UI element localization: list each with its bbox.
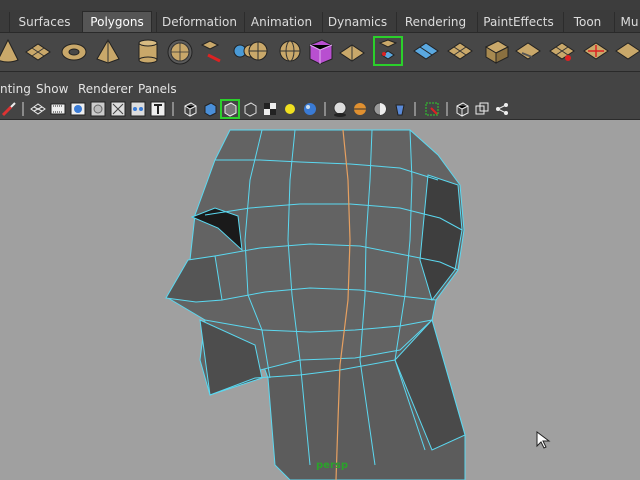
perspective-viewport[interactable]: persp — [0, 120, 640, 480]
double-cube-icon[interactable] — [474, 101, 490, 117]
poke-face-icon[interactable] — [614, 37, 640, 65]
uv-sphere-icon[interactable] — [276, 37, 304, 65]
toolbar-separator — [414, 102, 416, 116]
mouse-cursor-icon — [536, 431, 551, 449]
cone-icon[interactable] — [0, 37, 22, 65]
sphere-shade-icon[interactable] — [302, 101, 318, 117]
head-mesh[interactable] — [0, 120, 640, 480]
cut-faces-icon[interactable] — [482, 37, 510, 65]
grid-view-icon[interactable] — [130, 101, 146, 117]
toolbar-separator — [324, 102, 326, 116]
tab-rendering[interactable]: Rendering — [396, 12, 474, 32]
split-poly-icon[interactable] — [338, 37, 366, 65]
menu-show[interactable]: Show — [36, 81, 68, 97]
toolbar-separator — [446, 102, 448, 116]
cube-shaded-icon[interactable] — [202, 101, 218, 117]
bevel-icon[interactable] — [582, 37, 610, 65]
toolbar-separator — [22, 102, 24, 116]
menu-panels[interactable]: Panels — [138, 81, 177, 97]
menu-renderer[interactable]: Renderer — [78, 81, 133, 97]
smooth-sphere-icon[interactable] — [166, 37, 194, 65]
shelf-tab-bar: Surfaces Polygons Deformation Animation … — [0, 10, 640, 33]
menu-lighting[interactable]: nting — [0, 81, 31, 97]
toolbar-separator — [172, 102, 174, 116]
separate-icon[interactable] — [244, 37, 272, 65]
cube-wire-icon[interactable] — [182, 101, 198, 117]
plane-icon[interactable] — [24, 37, 52, 65]
cube-material-icon[interactable] — [306, 37, 334, 65]
fog-icon[interactable] — [352, 101, 368, 117]
cube-outline-icon[interactable] — [454, 101, 470, 117]
wedge-icon[interactable] — [514, 37, 542, 65]
film-gate-icon[interactable] — [50, 101, 66, 117]
half-sphere-icon[interactable] — [372, 101, 388, 117]
resolution-gate-icon[interactable] — [90, 101, 106, 117]
tab-more[interactable]: Mu — [614, 12, 640, 32]
paint-brush-icon[interactable] — [1, 101, 17, 117]
tab-polygons[interactable]: Polygons — [82, 11, 152, 32]
paint-bucket-icon[interactable] — [392, 101, 408, 117]
panel-menu-bar: nting Show Renderer Panels — [0, 79, 640, 99]
tab-deformation[interactable]: Deformation — [156, 12, 242, 32]
uv-editor-icon[interactable] — [446, 37, 474, 65]
tab-dynamics[interactable]: Dynamics — [322, 12, 392, 32]
merge-vertex-icon[interactable] — [412, 37, 440, 65]
text-icon[interactable] — [150, 101, 166, 117]
window-top-strip — [0, 0, 640, 10]
tab-animation[interactable]: Animation — [244, 12, 318, 32]
cylinder-icon[interactable] — [134, 37, 162, 65]
tab-toon[interactable]: Toon — [563, 12, 611, 32]
panel-toolbar — [0, 99, 640, 120]
checker-icon[interactable] — [262, 101, 278, 117]
append-poly-icon[interactable] — [373, 36, 403, 66]
tab-surfaces[interactable]: Surfaces — [9, 12, 79, 32]
select-object-icon[interactable] — [220, 99, 240, 119]
isolate-select-icon[interactable] — [424, 101, 440, 117]
torus-icon[interactable] — [60, 37, 88, 65]
cube-bbox-icon[interactable] — [242, 101, 258, 117]
share-icon[interactable] — [494, 101, 510, 117]
soft-selection-icon[interactable] — [548, 37, 576, 65]
camera-label: persp — [316, 460, 348, 471]
light-icon[interactable] — [282, 101, 298, 117]
tab-painteffects[interactable]: PaintEffects — [477, 12, 559, 32]
camera-icon[interactable] — [70, 101, 86, 117]
shadow-sphere-icon[interactable] — [332, 101, 348, 117]
polygons-shelf — [0, 33, 640, 72]
safe-action-icon[interactable] — [110, 101, 126, 117]
extrude-edge-icon[interactable] — [198, 37, 226, 65]
wireframe-icon[interactable] — [30, 101, 46, 117]
pyramid-icon[interactable] — [94, 37, 122, 65]
